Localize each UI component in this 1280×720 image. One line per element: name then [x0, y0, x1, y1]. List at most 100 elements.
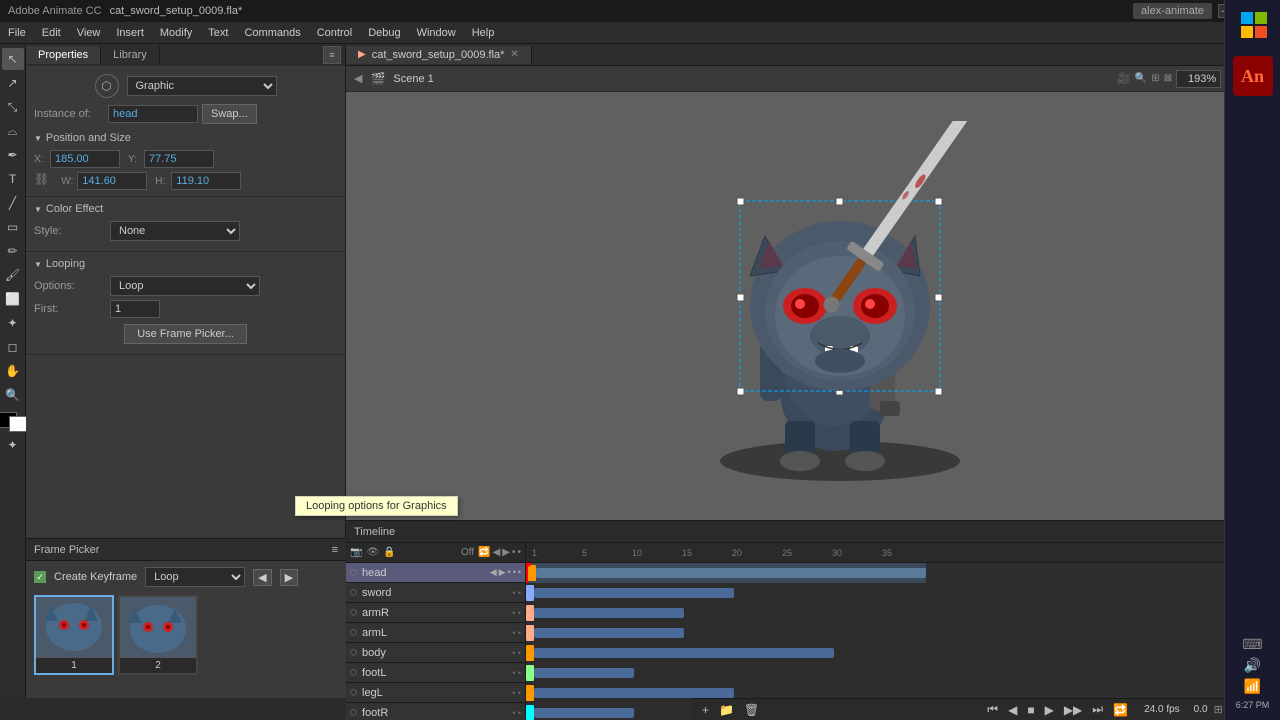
win-start[interactable] [1233, 4, 1273, 44]
layer-armR[interactable]: ⬡ armR • • [346, 603, 525, 623]
layer-footR[interactable]: ⬡ footR • • [346, 703, 525, 720]
layer-icon-armR: ⬡ [350, 608, 360, 617]
create-keyframe-checkbox[interactable]: ✓ [34, 571, 46, 583]
stage[interactable] [346, 92, 1244, 520]
position-size-header[interactable]: ▼ Position and Size [34, 132, 337, 144]
menu-modify[interactable]: Modify [152, 25, 200, 41]
layer-sword[interactable]: ⬡ sword • • [346, 583, 525, 603]
layer-armL[interactable]: ⬡ armL • • [346, 623, 525, 643]
prev-frame-btn[interactable]: ◀ [1006, 703, 1019, 717]
eraser-tool[interactable]: ◻ [2, 336, 24, 358]
rect-tool[interactable]: ▭ [2, 216, 24, 238]
free-transform-tool[interactable]: ⤡ [2, 96, 24, 118]
instance-of-input[interactable] [108, 105, 198, 123]
file-tab[interactable]: ▶ cat_sword_setup_0009.fla* ✕ [346, 46, 532, 64]
tab-library[interactable]: Library [101, 46, 160, 64]
win-network-icon[interactable]: 📶 [1244, 678, 1261, 695]
frame-num-5: 5 [580, 548, 630, 558]
menu-control[interactable]: Control [309, 25, 360, 41]
file-tab-close[interactable]: ✕ [510, 49, 518, 60]
fp-next-btn[interactable]: ▶ [280, 569, 298, 586]
line-tool[interactable]: ╱ [2, 192, 24, 214]
layer-dots-footL: • • [512, 668, 521, 678]
use-frame-picker-button[interactable]: Use Frame Picker... [124, 324, 247, 344]
scene-name[interactable]: Scene 1 [393, 73, 433, 85]
menu-text[interactable]: Text [200, 25, 236, 41]
hand-tool[interactable]: ✋ [2, 360, 24, 382]
win-sound-icon[interactable]: 🔊 [1244, 657, 1261, 674]
x-input[interactable] [50, 150, 120, 168]
brush-tool[interactable]: 🖌 [2, 264, 24, 286]
last-frame-btn[interactable]: ⏭ [1090, 702, 1105, 717]
bone-tool[interactable]: ✦ [2, 434, 24, 456]
w-field: W: [61, 172, 147, 190]
menu-commands[interactable]: Commands [236, 25, 308, 41]
text-tool[interactable]: T [2, 168, 24, 190]
menu-view[interactable]: View [69, 25, 109, 41]
paint-bucket-tool[interactable]: ⬜ [2, 288, 24, 310]
lock-icon[interactable]: 🔒 [383, 547, 395, 558]
menu-file[interactable]: File [0, 25, 34, 41]
first-label: First: [34, 303, 104, 315]
zoom-tool[interactable]: 🔍 [2, 384, 24, 406]
layer-icon: ⬡ [350, 568, 360, 577]
win-keyboard-icon[interactable]: ⌨ [1242, 636, 1262, 653]
layer-footL[interactable]: ⬡ footL • • [346, 663, 525, 683]
add-folder-btn[interactable]: 📁 [717, 703, 736, 717]
layer-body[interactable]: ⬡ body • • [346, 643, 525, 663]
menu-bar: File Edit View Insert Modify Text Comman… [0, 22, 1280, 44]
h-input[interactable] [171, 172, 241, 190]
loop-btn[interactable]: 🔁 [1111, 703, 1130, 717]
pencil-tool[interactable]: ✏ [2, 240, 24, 262]
menu-insert[interactable]: Insert [108, 25, 152, 41]
panel-options-icon[interactable]: ≡ [323, 46, 341, 64]
lasso-tool[interactable]: ⌓ [2, 120, 24, 142]
layer-legL-name: legL [362, 687, 510, 699]
w-input[interactable] [77, 172, 147, 190]
tab-properties[interactable]: Properties [26, 46, 101, 64]
eye-icon[interactable]: 👁 [366, 547, 379, 558]
menu-window[interactable]: Window [409, 25, 464, 41]
first-input[interactable] [110, 300, 160, 318]
first-frame-btn[interactable]: ⏮ [985, 702, 1000, 717]
y-input[interactable] [144, 150, 214, 168]
canvas-area: ▶ cat_sword_setup_0009.fla* ✕ ◀ 🎬 Scene … [346, 44, 1244, 520]
frames-area[interactable]: 1 5 10 15 20 25 30 35 [526, 543, 1244, 720]
menu-debug[interactable]: Debug [360, 25, 408, 41]
swap-button[interactable]: Swap... [202, 104, 257, 124]
frame-numbers: 1 5 10 15 20 25 30 35 [530, 543, 930, 562]
win-animate-icon[interactable]: An [1233, 56, 1273, 96]
frame-picker-header: Frame Picker ≡ [26, 539, 346, 561]
subselect-tool[interactable]: ↗ [2, 72, 24, 94]
win-taskbar: An ⌨ 🔊 📶 6:27 PM [1224, 0, 1280, 720]
back-icon[interactable]: ◀ [354, 72, 362, 85]
panel-tabs: Properties Library ≡ [26, 44, 345, 66]
options-dropdown[interactable]: Loop Play Once Single Frame [110, 276, 260, 296]
loop-dropdown[interactable]: Loop [145, 567, 245, 587]
play-btn[interactable]: ▶ [1043, 703, 1056, 717]
character-svg [590, 121, 1000, 491]
delete-layer-btn[interactable]: 🗑 [742, 703, 761, 717]
frame-picker-options-icon[interactable]: ≡ [332, 544, 338, 556]
zoom-input[interactable] [1176, 70, 1221, 88]
frame-thumb-2[interactable]: 2 [118, 595, 198, 675]
menu-edit[interactable]: Edit [34, 25, 69, 41]
frame-thumb-1[interactable]: 1 [34, 595, 114, 675]
fp-prev-btn[interactable]: ◀ [253, 569, 271, 586]
eyedropper-tool[interactable]: ✦ [2, 312, 24, 334]
layer-dots-body: • • [512, 648, 521, 658]
looping-header[interactable]: ▼ Looping [34, 258, 337, 270]
layer-legL[interactable]: ⬡ legL • • [346, 683, 525, 703]
add-layer-btn[interactable]: + [700, 703, 711, 717]
layer-head[interactable]: ⬡ head ◀▶••• [346, 563, 525, 583]
color-effect-header[interactable]: ▼ Color Effect [34, 203, 337, 215]
title-bar: Adobe Animate CC cat_sword_setup_0009.fl… [0, 0, 1280, 22]
stop-btn[interactable]: ■ [1025, 703, 1036, 717]
select-tool[interactable]: ↖ [2, 48, 24, 70]
onion-skin-icon[interactable]: ⊞ [1214, 703, 1223, 716]
next-frame-btn[interactable]: ▶▶ [1062, 703, 1084, 717]
style-dropdown[interactable]: None [110, 221, 240, 241]
symbol-type-dropdown[interactable]: Graphic [127, 76, 277, 96]
menu-help[interactable]: Help [464, 25, 503, 41]
pen-tool[interactable]: ✒ [2, 144, 24, 166]
